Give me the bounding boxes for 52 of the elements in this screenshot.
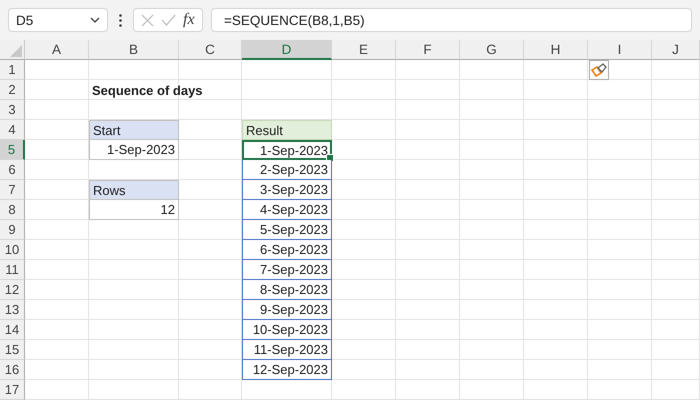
check-icon[interactable] — [161, 14, 176, 26]
chevron-down-icon[interactable] — [90, 17, 100, 23]
result-cell[interactable]: 8-Sep-2023 — [242, 280, 332, 300]
row-header[interactable]: 1 — [0, 60, 25, 80]
row-header[interactable]: 13 — [0, 300, 25, 320]
result-cell[interactable]: 10-Sep-2023 — [242, 320, 332, 340]
input-cell[interactable]: 12 — [89, 200, 179, 220]
result-cell[interactable]: 9-Sep-2023 — [242, 300, 332, 320]
result-cell[interactable]: 2-Sep-2023 — [242, 160, 332, 180]
column-header[interactable]: J — [652, 40, 700, 60]
result-cell[interactable]: 4-Sep-2023 — [242, 200, 332, 220]
column-header[interactable]: I — [588, 40, 652, 60]
result-cell[interactable]: 12-Sep-2023 — [242, 360, 332, 380]
row-header[interactable]: 11 — [0, 260, 25, 280]
column-header[interactable]: F — [396, 40, 460, 60]
result-cell[interactable]: 6-Sep-2023 — [242, 240, 332, 260]
column-header[interactable]: A — [25, 40, 89, 60]
row-header[interactable]: 7 — [0, 180, 25, 200]
column-header[interactable]: B — [89, 40, 179, 60]
header-cell: Result — [242, 120, 332, 140]
row-header[interactable]: 10 — [0, 240, 25, 260]
row-header[interactable]: 4 — [0, 120, 25, 140]
row-header[interactable]: 8 — [0, 200, 25, 220]
input-cell[interactable]: 1-Sep-2023 — [89, 140, 179, 160]
row-header[interactable]: 17 — [0, 380, 25, 400]
label-cell: Rows — [89, 180, 179, 200]
label-cell: Start — [89, 120, 179, 140]
result-cell[interactable]: 3-Sep-2023 — [242, 180, 332, 200]
column-header[interactable]: E — [332, 40, 396, 60]
row-header[interactable]: 14 — [0, 320, 25, 340]
result-cell[interactable]: 1-Sep-2023 — [242, 140, 332, 160]
column-header[interactable]: G — [460, 40, 524, 60]
name-box[interactable]: D5 — [8, 8, 108, 32]
result-cell[interactable]: 5-Sep-2023 — [242, 220, 332, 240]
row-header[interactable]: 5 — [0, 140, 25, 160]
column-header[interactable]: D — [242, 40, 332, 60]
more-options-icon[interactable] — [119, 14, 122, 26]
sheet-title: Sequence of days — [91, 82, 204, 100]
row-header[interactable]: 15 — [0, 340, 25, 360]
insert-function-button[interactable]: fx — [183, 11, 195, 29]
row-header[interactable]: 3 — [0, 100, 25, 120]
formula-field[interactable]: =SEQUENCE(B8,1,B5) — [211, 8, 692, 32]
row-header[interactable]: 12 — [0, 280, 25, 300]
row-header[interactable]: 9 — [0, 220, 25, 240]
result-cell[interactable]: 11-Sep-2023 — [242, 340, 332, 360]
row-header[interactable]: 2 — [0, 80, 25, 100]
column-header[interactable]: C — [179, 40, 242, 60]
column-header[interactable]: H — [524, 40, 588, 60]
brush-icon[interactable] — [589, 60, 609, 80]
row-header[interactable]: 16 — [0, 360, 25, 380]
result-cell[interactable]: 7-Sep-2023 — [242, 260, 332, 280]
row-header[interactable]: 6 — [0, 160, 25, 180]
